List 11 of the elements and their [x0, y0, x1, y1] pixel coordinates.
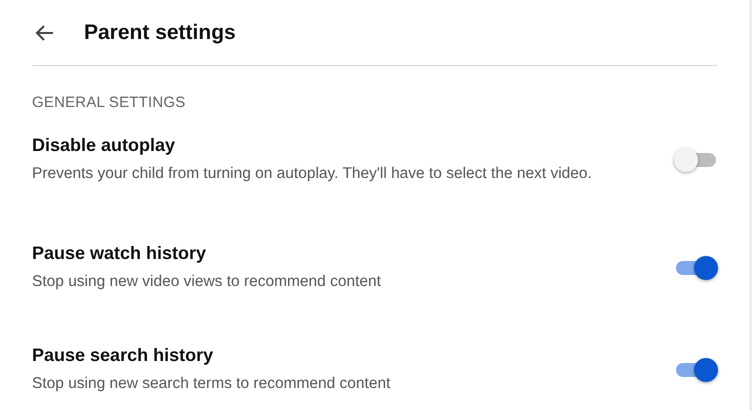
setting-title: Pause watch history — [32, 243, 208, 264]
setting-title: Pause search history — [32, 345, 214, 366]
setting-description: Prevents your child from turning on autoplay. They'll have to select the next video. — [32, 164, 593, 184]
page-title: Parent settings — [84, 20, 236, 44]
setting-description: Stop using new search terms to recommend content — [32, 374, 392, 394]
toggle-switch[interactable] — [674, 148, 718, 172]
toggle-switch[interactable] — [674, 256, 718, 280]
toggle-switch[interactable] — [674, 358, 718, 382]
setting-description: Stop using new video views to recommend content — [32, 272, 382, 292]
setting-title: Disable autoplay — [32, 135, 176, 156]
section-heading: GENERAL SETTINGS — [32, 94, 187, 111]
